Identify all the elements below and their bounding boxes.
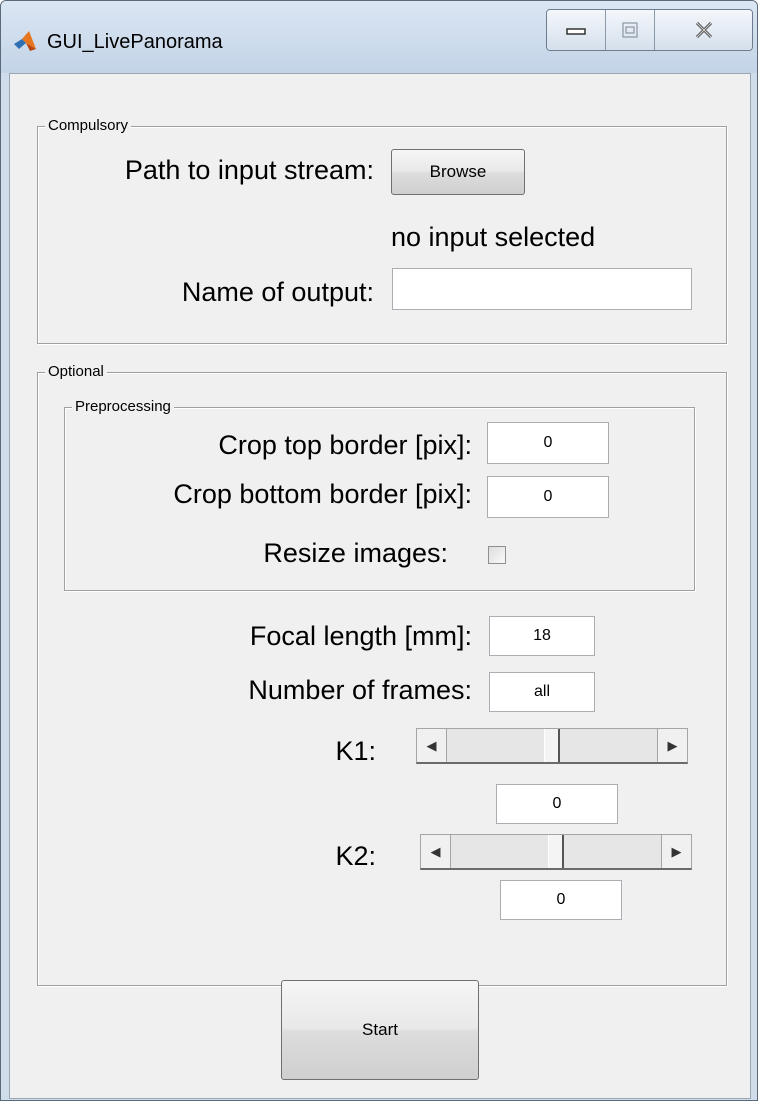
maximize-icon — [622, 22, 638, 38]
browse-button[interactable]: Browse — [391, 149, 525, 195]
minimize-icon — [566, 28, 586, 35]
focal-length-label: Focal length [mm]: — [249, 621, 472, 651]
crop-bottom-field[interactable]: 0 — [487, 476, 609, 518]
maximize-button[interactable] — [606, 10, 655, 50]
title-bar[interactable]: GUI_LivePanorama — [1, 1, 757, 73]
k1-slider-right-arrow[interactable]: ▶ — [657, 729, 687, 762]
minimize-button[interactable] — [547, 10, 606, 50]
k1-value-field[interactable]: 0 — [496, 784, 618, 824]
k2-slider-left-arrow[interactable]: ◀ — [421, 835, 451, 868]
window-controls — [546, 9, 753, 51]
input-status-text: no input selected — [391, 222, 596, 252]
resize-images-label: Resize images: — [263, 538, 448, 568]
compulsory-panel-title: Compulsory — [45, 117, 132, 135]
start-button[interactable]: Start — [281, 980, 479, 1080]
k2-value-field[interactable]: 0 — [500, 880, 622, 920]
k2-slider-thumb[interactable] — [548, 835, 564, 868]
k2-label: K2: — [335, 841, 376, 871]
k1-slider[interactable]: ◀ ▶ — [416, 728, 688, 764]
resize-images-checkbox[interactable] — [488, 546, 506, 564]
matlab-logo-icon — [14, 31, 36, 51]
app-window: GUI_LivePanorama Compulsory Path to inpu… — [0, 0, 758, 1101]
crop-bottom-label: Crop bottom border [pix]: — [173, 479, 472, 509]
focal-length-field[interactable]: 18 — [489, 616, 595, 656]
output-name-label: Name of output: — [181, 277, 374, 307]
k1-slider-thumb[interactable] — [544, 729, 560, 762]
window-title: GUI_LivePanorama — [47, 31, 223, 53]
close-icon — [695, 21, 712, 39]
output-name-field[interactable] — [392, 268, 692, 310]
k2-slider-right-arrow[interactable]: ▶ — [661, 835, 691, 868]
number-of-frames-field[interactable]: all — [489, 672, 595, 712]
preprocessing-panel-title: Preprocessing — [72, 398, 174, 416]
k2-slider[interactable]: ◀ ▶ — [420, 834, 692, 870]
input-path-label: Path to input stream: — [124, 155, 374, 185]
crop-top-label: Crop top border [pix]: — [218, 430, 472, 460]
figure-content: Compulsory Path to input stream: Browse … — [9, 73, 751, 1099]
number-of-frames-label: Number of frames: — [248, 675, 472, 705]
optional-panel-title: Optional — [45, 363, 107, 381]
k1-label: K1: — [335, 736, 376, 766]
k1-slider-left-arrow[interactable]: ◀ — [417, 729, 447, 762]
close-button[interactable] — [655, 10, 752, 50]
crop-top-field[interactable]: 0 — [487, 422, 609, 464]
